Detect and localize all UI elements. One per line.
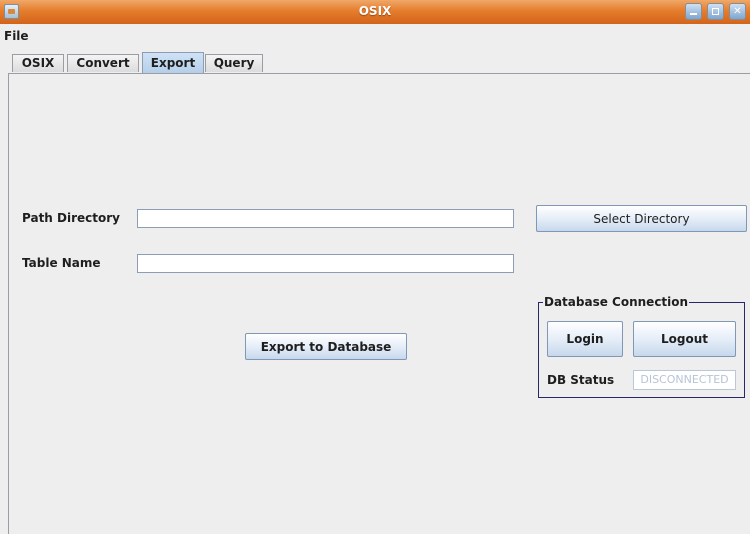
table-name-input[interactable] [137,254,514,273]
minimize-icon [689,7,698,16]
menu-bar: File [0,24,750,48]
minimize-button[interactable] [685,3,702,20]
maximize-icon [711,7,720,16]
select-directory-button[interactable]: Select Directory [536,205,747,232]
logout-button[interactable]: Logout [633,321,736,357]
path-directory-input[interactable] [137,209,514,228]
title-bar[interactable]: OSIX ✕ [0,0,750,25]
tab-strip: OSIX Convert Export Query [0,48,750,74]
login-button[interactable]: Login [547,321,623,357]
close-button[interactable]: ✕ [729,3,746,20]
window-title: OSIX [358,4,392,18]
maximize-button[interactable] [707,3,724,20]
db-status-value: DISCONNECTED [633,370,736,390]
tab-query[interactable]: Query [205,54,263,72]
table-name-label: Table Name [22,256,101,270]
tab-osix[interactable]: OSIX [12,54,64,72]
db-status-label: DB Status [547,373,615,387]
path-directory-label: Path Directory [22,211,120,225]
export-to-database-button[interactable]: Export to Database [245,333,407,360]
close-icon: ✕ [733,6,742,17]
tab-export[interactable]: Export [142,52,204,74]
tab-convert[interactable]: Convert [67,54,139,72]
database-connection-group: Database Connection Login Logout DB Stat… [538,294,745,398]
menu-file[interactable]: File [4,29,29,43]
database-connection-title: Database Connection [543,294,690,310]
